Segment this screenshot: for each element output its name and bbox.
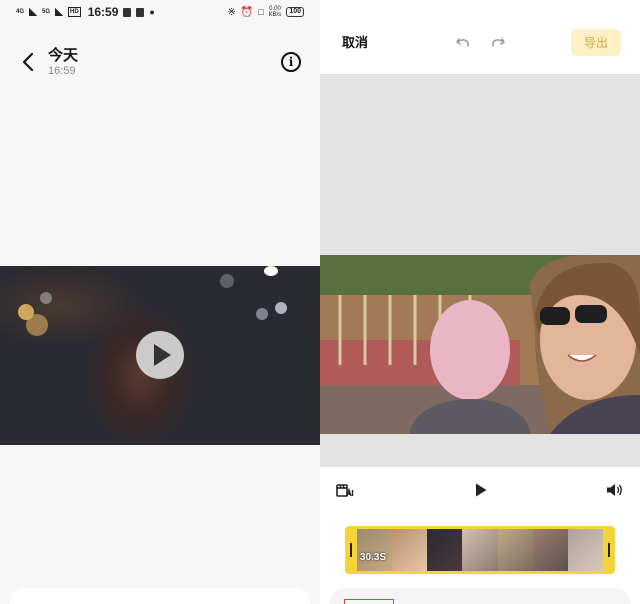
- video-editor: 取消 导出 30.3S: [320, 0, 640, 604]
- battery-indicator: 100: [286, 7, 304, 17]
- redo-button[interactable]: [489, 34, 507, 52]
- info-button[interactable]: i: [281, 52, 301, 72]
- chevron-left-icon: [22, 52, 34, 72]
- bokeh-light: [256, 308, 268, 320]
- redo-icon: [492, 38, 505, 47]
- network-speed: 0.00 KB/s: [268, 6, 282, 18]
- bokeh-light: [275, 302, 287, 314]
- page-title: 今天: [48, 47, 79, 64]
- notification-icon: [136, 7, 145, 17]
- back-button[interactable]: [18, 50, 40, 74]
- ai-clip-button[interactable]: [336, 481, 354, 499]
- trim-handle-right[interactable]: [608, 543, 610, 557]
- play-overlay-button[interactable]: [136, 331, 184, 379]
- selection-marker: [344, 599, 394, 604]
- volume-button[interactable]: [606, 482, 624, 498]
- ai-clip-icon: [336, 484, 354, 497]
- bokeh-light: [26, 314, 48, 336]
- preview-frame-image: [320, 255, 640, 434]
- preview-frame: [320, 255, 640, 434]
- cancel-button[interactable]: 取消: [342, 34, 368, 52]
- volume-icon: [607, 484, 622, 496]
- page-subtitle-time: 16:59: [48, 65, 76, 77]
- trim-handle-left[interactable]: [350, 543, 352, 557]
- undo-icon: [456, 38, 469, 47]
- bluetooth-icon: ※: [227, 6, 236, 18]
- clip-duration: 30.3S: [360, 552, 387, 563]
- wechat-icon: ●: [149, 7, 155, 17]
- signal-icon: [29, 8, 38, 16]
- bokeh-light: [40, 292, 52, 304]
- timeline-trimmer[interactable]: 30.3S: [345, 526, 615, 574]
- info-icon: i: [288, 55, 294, 69]
- bokeh-light: [264, 266, 278, 276]
- app-root: 4G 5G HD 16:59 ● ※ ⏰ □ 0.00 KB/s 100 今天 …: [0, 0, 640, 604]
- network-4g-label: 4G: [16, 9, 25, 15]
- trim-frame: [345, 526, 615, 574]
- editor-tools: [320, 478, 640, 502]
- title-block: 今天 16:59: [48, 47, 78, 78]
- status-bar: 4G 5G HD 16:59 ● ※ ⏰ □ 0.00 KB/s 100: [0, 0, 320, 24]
- notification-icon: [123, 7, 132, 17]
- play-button[interactable]: [474, 482, 488, 498]
- bottom-toolbar: [10, 588, 310, 604]
- play-icon: [154, 344, 171, 366]
- video-preview: [320, 74, 640, 467]
- alarm-icon: ⏰: [240, 6, 254, 18]
- status-time: 16:59: [87, 5, 119, 19]
- hd-badge: HD: [68, 7, 81, 17]
- signal-icon: [55, 8, 64, 16]
- export-button[interactable]: 导出: [571, 29, 621, 56]
- gallery-viewer: 4G 5G HD 16:59 ● ※ ⏰ □ 0.00 KB/s 100 今天 …: [0, 0, 320, 604]
- play-icon: [476, 483, 487, 497]
- undo-button[interactable]: [454, 34, 472, 52]
- network-5g-label: 5G: [42, 9, 51, 15]
- vibrate-icon: □: [258, 7, 264, 17]
- bokeh-light: [220, 274, 234, 288]
